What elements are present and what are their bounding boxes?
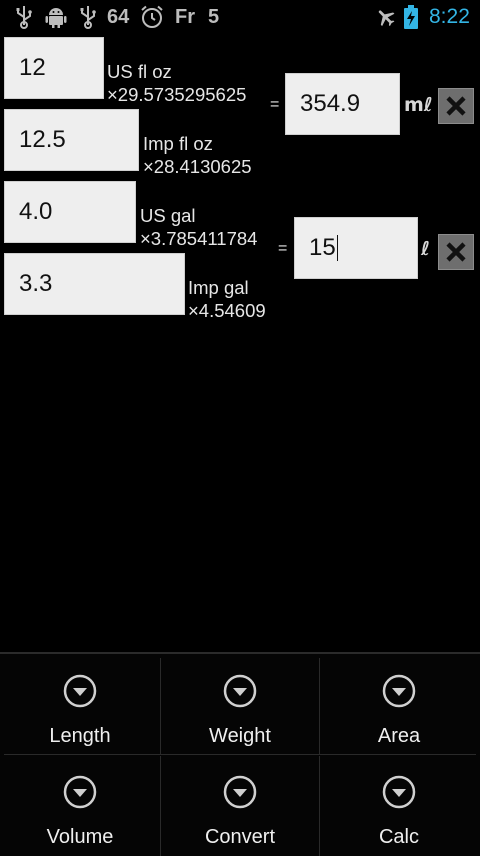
- unit-name: Imp fl oz: [143, 133, 213, 154]
- unit-name: US gal: [140, 205, 196, 226]
- status-bar: 64 Fr 5 8:22: [0, 0, 480, 34]
- imp-gal-input[interactable]: 3.3: [4, 253, 185, 315]
- text-cursor: [336, 235, 338, 261]
- menu-item-label: Volume: [46, 826, 114, 848]
- us-fl-oz-unit-label: US fl oz ×29.5735295625: [107, 60, 246, 106]
- us-gal-input[interactable]: 4.0: [4, 181, 136, 243]
- imp-fl-oz-input[interactable]: 12.5: [4, 109, 139, 171]
- chevron-down-circle-icon: [223, 674, 257, 708]
- menu-item-convert[interactable]: Convert: [160, 755, 320, 855]
- liter-result-input[interactable]: 15: [294, 217, 418, 279]
- unit-factor: ×28.4130625: [143, 156, 252, 177]
- menu-item-length[interactable]: Length: [0, 654, 160, 754]
- imp-gal-unit-label: Imp gal ×4.54609: [188, 276, 266, 322]
- imp-fl-oz-unit-label: Imp fl oz ×28.4130625: [143, 132, 252, 178]
- equals-sign: =: [278, 240, 288, 257]
- chevron-down-circle-icon: [63, 674, 97, 708]
- usb-icon: [78, 4, 98, 30]
- android-debug-icon: [44, 4, 68, 30]
- menu-item-weight[interactable]: Weight: [160, 654, 320, 754]
- menu-item-calc[interactable]: Calc: [319, 755, 479, 855]
- equals-sign: =: [270, 96, 280, 113]
- chevron-down-circle-icon: [223, 775, 257, 809]
- usb-icon: [14, 4, 34, 30]
- alarm-clock-icon: [140, 4, 164, 30]
- menu-item-label: Calc: [378, 826, 419, 848]
- us-fl-oz-input[interactable]: 12: [4, 37, 104, 99]
- chevron-down-circle-icon: [63, 775, 97, 809]
- liter-unit-label: ℓ: [421, 238, 430, 260]
- unit-factor: ×3.785411784: [140, 228, 258, 249]
- menu-item-area[interactable]: Area: [319, 654, 479, 754]
- clear-button[interactable]: [438, 234, 474, 270]
- menu-item-label: Weight: [209, 725, 271, 747]
- close-icon: [446, 96, 466, 116]
- unit-factor: ×29.5735295625: [107, 84, 247, 105]
- close-icon: [446, 242, 466, 262]
- menu-item-volume[interactable]: Volume: [0, 755, 160, 855]
- ml-result-input[interactable]: 354.9: [285, 73, 400, 135]
- unit-name: US fl oz: [107, 61, 172, 82]
- unit-factor: ×4.54609: [188, 300, 266, 321]
- ml-unit-label: mℓ: [404, 94, 433, 116]
- battery-charging-icon: [404, 4, 418, 30]
- unit-name: Imp gal: [188, 277, 249, 298]
- us-gal-unit-label: US gal ×3.785411784: [140, 204, 257, 250]
- chevron-down-circle-icon: [382, 775, 416, 809]
- clear-button[interactable]: [438, 88, 474, 124]
- menu-item-label: Length: [49, 725, 111, 747]
- airplane-mode-icon: [375, 4, 397, 30]
- menu-item-label: Convert: [204, 826, 276, 848]
- battery-level-text: 64: [107, 5, 130, 28]
- day-text: Fr: [175, 5, 195, 28]
- chevron-down-circle-icon: [382, 674, 416, 708]
- menu-item-label: Area: [377, 725, 421, 747]
- clock: 8:22: [429, 5, 470, 28]
- date-text: 5: [208, 5, 220, 28]
- options-menu: Length Weight Area Volume Convert Calc: [0, 652, 480, 856]
- field-value: 15: [309, 234, 336, 261]
